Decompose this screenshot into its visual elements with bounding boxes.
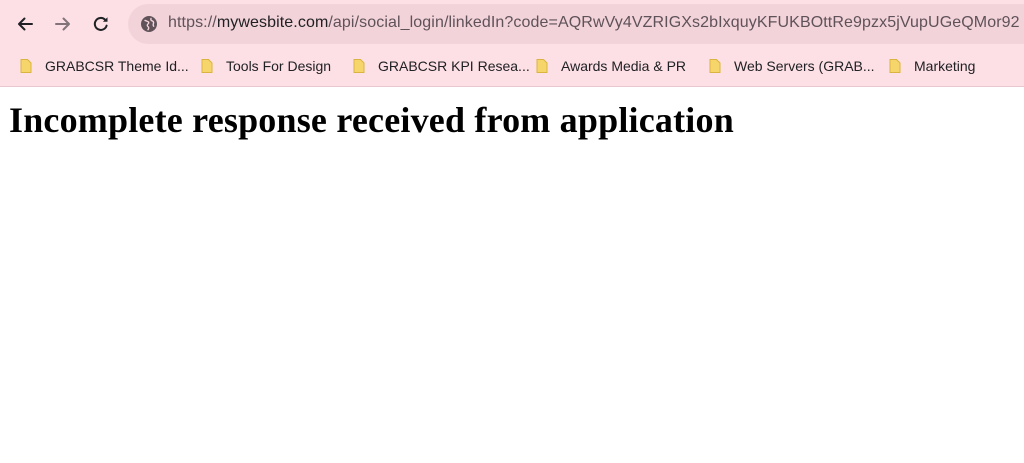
bookmark-label: GRABCSR Theme Id... <box>45 58 189 74</box>
url-text[interactable]: https://mywesbite.com/api/social_login/l… <box>168 14 1020 32</box>
arrow-right-icon <box>55 17 70 31</box>
bookmark-label: Marketing <box>914 58 976 74</box>
arrow-left-icon <box>18 17 33 31</box>
error-heading: Incomplete response received from applic… <box>9 100 734 140</box>
bookmark-label: GRABCSR KPI Resea... <box>378 58 530 74</box>
bookmark-folder[interactable]: Tools For Design <box>199 54 331 78</box>
bookmark-label: Tools For Design <box>226 58 332 74</box>
page-content: Incomplete response received from applic… <box>0 99 1024 141</box>
back-button[interactable] <box>10 9 40 39</box>
folder-icon <box>353 59 365 73</box>
reload-button[interactable] <box>86 9 116 39</box>
bookmark-folder[interactable]: Marketing <box>887 54 975 78</box>
folder-icon <box>709 59 721 73</box>
bookmark-folder[interactable]: GRABCSR KPI Resea... <box>351 54 530 78</box>
browser-chrome: https://mywesbite.com/api/social_login/l… <box>0 0 1024 87</box>
folder-icon <box>20 59 32 73</box>
bookmarks-bar: GRABCSR Theme Id... Tools For Design GRA… <box>0 48 1024 84</box>
globe-icon[interactable] <box>140 15 158 33</box>
bookmark-folder[interactable]: Web Servers (GRAB... <box>707 54 875 78</box>
folder-icon <box>889 59 901 73</box>
browser-toolbar: https://mywesbite.com/api/social_login/l… <box>0 0 1024 48</box>
folder-icon <box>201 59 213 73</box>
bookmark-folder[interactable]: Awards Media & PR <box>534 54 686 78</box>
address-bar[interactable]: https://mywesbite.com/api/social_login/l… <box>128 4 1024 44</box>
forward-button[interactable] <box>48 9 78 39</box>
reload-icon <box>93 16 108 31</box>
bookmark-label: Web Servers (GRAB... <box>734 58 875 74</box>
url-scheme: https:// <box>168 14 217 31</box>
url-path: /api/social_login/linkedIn?code=AQRwVy4V… <box>328 14 1020 31</box>
bookmark-folder[interactable]: GRABCSR Theme Id... <box>18 54 189 78</box>
folder-icon <box>536 59 548 73</box>
url-host: mywesbite.com <box>216 14 329 31</box>
bookmark-label: Awards Media & PR <box>561 58 687 74</box>
